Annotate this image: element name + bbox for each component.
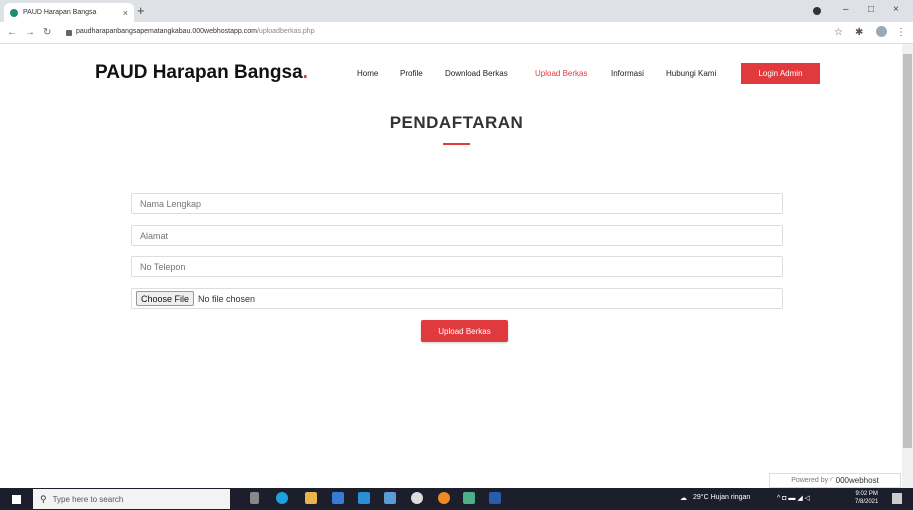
forward-arrow-icon[interactable]: →: [25, 26, 35, 39]
powered-by-label: Powered by: [791, 477, 829, 484]
powered-by-brand: 000webhost: [835, 476, 879, 485]
phone-field[interactable]: [131, 256, 783, 277]
logo-dot: .: [302, 62, 308, 83]
name-field[interactable]: [131, 193, 783, 214]
logo-text: PAUD Harapan Bangsa: [95, 62, 303, 83]
browser-menu-icon[interactable]: ⋮: [896, 26, 906, 39]
task-view-icon[interactable]: [250, 492, 259, 504]
search-icon: ⚲: [40, 493, 47, 504]
site-logo[interactable]: PAUD Harapan Bangsa.: [95, 62, 308, 84]
close-tab-icon[interactable]: ×: [123, 8, 128, 18]
clock-time: 9:02 PM: [855, 491, 878, 497]
upload-berkas-button[interactable]: Upload Berkas: [421, 320, 508, 342]
close-window-button[interactable]: ×: [893, 4, 899, 16]
nav-home[interactable]: Home: [357, 69, 378, 78]
notification-icon[interactable]: [892, 493, 902, 504]
taskbar-clock[interactable]: 9:02 PM 7/8/2021: [855, 490, 878, 506]
weather-status[interactable]: 29°C Hujan ringan: [693, 494, 750, 501]
file-explorer-icon[interactable]: [305, 492, 317, 504]
system-tray-icons[interactable]: ^ ◘ ▬ ◢ ◁: [777, 494, 810, 502]
extensions-puzzle-icon[interactable]: ✱: [855, 26, 863, 39]
address-bar-row: ← → ↻ paudharapanbangsapematangkabau.000…: [0, 22, 913, 44]
title-underline: [443, 143, 470, 145]
word-icon[interactable]: [489, 492, 501, 504]
url-host: paudharapanbangsapematangkabau.000webhos…: [76, 28, 257, 35]
taskbar-search-box[interactable]: ⚲ Type here to search: [33, 489, 230, 509]
back-arrow-icon[interactable]: ←: [7, 26, 17, 39]
windows-start-icon[interactable]: [12, 495, 21, 504]
new-tab-button[interactable]: +: [137, 3, 145, 19]
edge-browser-icon[interactable]: [276, 492, 288, 504]
taskbar-search-placeholder: Type here to search: [52, 494, 124, 504]
address-field[interactable]: [131, 225, 783, 246]
nav-download-berkas[interactable]: Download Berkas: [445, 69, 508, 78]
maximize-button[interactable]: □: [868, 4, 874, 16]
url-path: /uploadberkas.php: [256, 28, 315, 35]
clock-date: 7/8/2021: [855, 499, 879, 505]
store-icon[interactable]: [332, 492, 344, 504]
browser-profile-icon[interactable]: [813, 7, 821, 15]
tab-title: PAUD Harapan Bangsa: [23, 9, 97, 16]
login-admin-button[interactable]: Login Admin: [741, 63, 820, 84]
account-avatar[interactable]: [876, 26, 887, 37]
url-field[interactable]: paudharapanbangsapematangkabau.000webhos…: [76, 28, 315, 35]
nav-informasi[interactable]: Informasi: [611, 69, 644, 78]
firefox-icon[interactable]: [438, 492, 450, 504]
webhost-logo-icon: ◜: [830, 475, 834, 485]
chrome-icon[interactable]: [463, 492, 475, 504]
app-icon[interactable]: [384, 492, 396, 504]
file-input[interactable]: Choose File No file chosen: [131, 288, 783, 309]
file-status: No file chosen: [198, 293, 256, 304]
page-title: PENDAFTARAN: [389, 113, 524, 132]
reload-icon[interactable]: ↻: [43, 26, 51, 39]
nav-profile[interactable]: Profile: [400, 69, 423, 78]
app-icon[interactable]: [411, 492, 423, 504]
nav-upload-berkas[interactable]: Upload Berkas: [535, 69, 587, 78]
choose-file-button[interactable]: Choose File: [136, 291, 195, 306]
nav-hubungi-kami[interactable]: Hubungi Kami: [666, 69, 716, 78]
site-favicon-icon: [10, 8, 18, 17]
bookmark-star-icon[interactable]: ☆: [834, 26, 843, 39]
powered-by-badge[interactable]: Powered by ◜ 000webhost: [769, 473, 901, 488]
minimize-button[interactable]: –: [843, 4, 849, 16]
mail-icon[interactable]: [358, 492, 370, 504]
lock-icon[interactable]: [66, 30, 72, 36]
weather-icon[interactable]: ☁: [680, 494, 687, 502]
browser-tab[interactable]: PAUD Harapan Bangsa ×: [4, 3, 134, 22]
